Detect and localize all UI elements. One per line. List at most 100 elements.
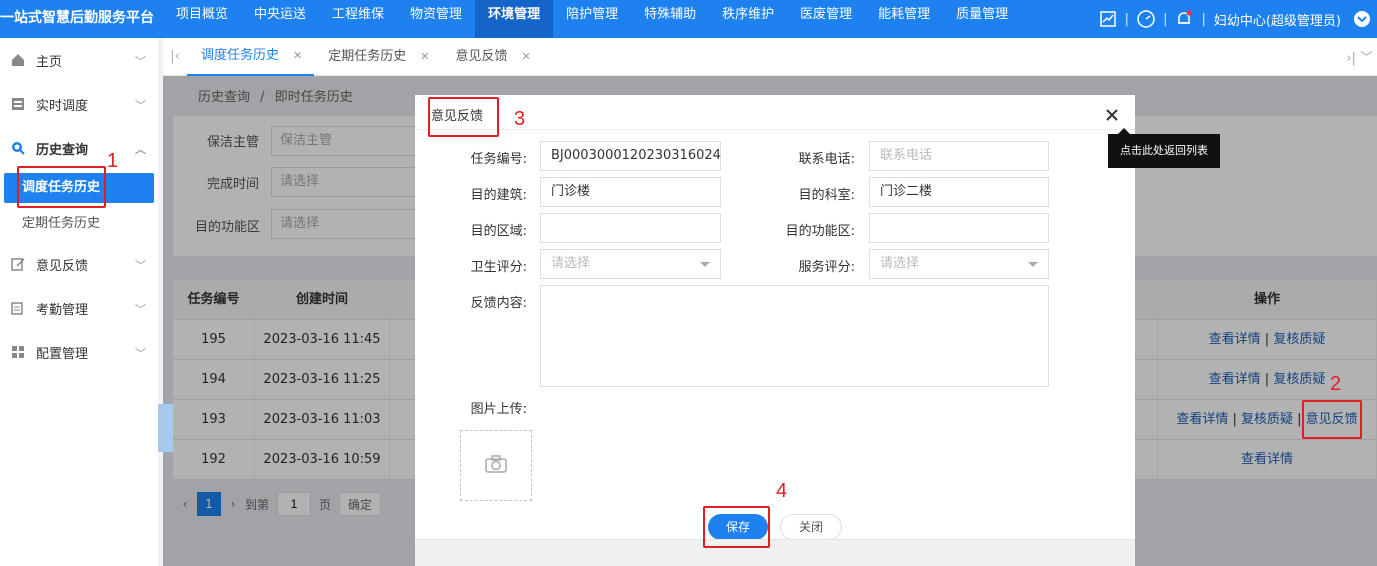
tab-scroll-left-icon[interactable]: |‹ <box>163 49 187 64</box>
dept-label: 目的科室: <box>798 188 855 203</box>
bell-icon[interactable] <box>1175 10 1193 28</box>
sidebar-item-realtime[interactable]: 实时调度 ﹀ <box>0 82 158 126</box>
sidebar-item-attendance[interactable]: 考勤管理 ﹀ <box>0 286 158 330</box>
chevron-down-icon <box>700 262 710 267</box>
nav-escort[interactable]: 陪护管理 <box>553 0 631 38</box>
close-icon[interactable]: ✕ <box>420 38 429 76</box>
building-field[interactable]: 门诊楼 <box>540 177 721 207</box>
tab-dispatch-history[interactable]: 调度任务历史 ✕ <box>187 37 315 76</box>
dashboard-icon[interactable] <box>1137 10 1155 28</box>
nav-special[interactable]: 特殊辅助 <box>631 0 709 38</box>
select-placeholder: 请选择 <box>551 256 591 271</box>
sidebar-item-label: 意见反馈 <box>36 258 89 274</box>
top-right-tools: | | | 妇幼中心(超级管理员) <box>1093 0 1377 38</box>
task-no-field[interactable]: BJ0003000120230316024 <box>540 141 721 171</box>
chevron-down-icon: ﹀ <box>135 99 146 112</box>
chevron-down-icon <box>1028 262 1038 267</box>
sidebar-item-label: 历史查询 <box>36 142 89 158</box>
top-bar: 一站式智慧后勤服务平台 项目概览 中央运送 工程维保 物资管理 环境管理 陪护管… <box>0 0 1377 38</box>
grid-icon <box>10 344 26 360</box>
service-label: 服务评分: <box>798 260 855 275</box>
tab-scroll-right-icon[interactable]: ›| ﹀ <box>1346 47 1373 66</box>
nav-quality[interactable]: 质量管理 <box>943 0 1021 38</box>
nav-overview[interactable]: 项目概览 <box>163 0 241 38</box>
edit-icon <box>10 256 26 272</box>
nav-environment[interactable]: 环境管理 <box>475 0 554 38</box>
sidebar-item-config[interactable]: 配置管理 ﹀ <box>0 330 158 374</box>
close-icon[interactable]: ✕ <box>293 37 302 75</box>
dispatch-icon <box>10 96 26 112</box>
camera-icon <box>485 454 507 477</box>
tab-bar: |‹ 调度任务历史 ✕ 定期任务历史 ✕ 意见反馈 ✕ ›| ﹀ <box>163 38 1377 76</box>
modal-footer <box>415 539 1135 566</box>
sidebar-item-home[interactable]: 主页 ﹀ <box>0 38 158 82</box>
highlight-box <box>703 506 770 548</box>
image-upload-box[interactable] <box>460 430 532 501</box>
tab-feedback[interactable]: 意见反馈 ✕ <box>441 38 542 76</box>
sidebar: 主页 ﹀ 实时调度 ﹀ 历史查询 ︿ 调度任务历史 定期任务历史 意见反馈 ﹀ … <box>0 38 158 566</box>
dept-field[interactable]: 门诊二楼 <box>869 177 1049 207</box>
sidebar-item-label: 实时调度 <box>36 98 89 114</box>
top-nav: 项目概览 中央运送 工程维保 物资管理 环境管理 陪护管理 特殊辅助 秩序维护 … <box>163 0 1021 38</box>
user-menu-icon[interactable] <box>1353 10 1371 28</box>
highlight-box <box>17 166 106 208</box>
annotation-2: 2 <box>1330 373 1342 395</box>
annotation-4: 4 <box>776 480 788 502</box>
close-icon[interactable] <box>1105 107 1121 123</box>
chevron-down-icon: ﹀ <box>135 347 146 360</box>
nav-order[interactable]: 秩序维护 <box>709 0 787 38</box>
feedback-content-textarea[interactable] <box>540 285 1049 387</box>
phone-field[interactable]: 联系电话 <box>869 141 1049 171</box>
region-field[interactable] <box>540 213 721 243</box>
content-label: 反馈内容: <box>470 296 527 311</box>
annotation-3: 3 <box>514 108 526 130</box>
select-placeholder: 请选择 <box>880 256 920 271</box>
nav-energy[interactable]: 能耗管理 <box>865 0 943 38</box>
image-upload-label: 图片上传: <box>470 402 527 417</box>
sidebar-item-feedback[interactable]: 意见反馈 ﹀ <box>0 242 158 286</box>
sidebar-item-label: 主页 <box>36 54 63 70</box>
tab-label: 意见反馈 <box>455 48 508 64</box>
tab-periodic-history[interactable]: 定期任务历史 ✕ <box>314 38 441 76</box>
hygiene-select[interactable]: 请选择 <box>540 249 721 279</box>
phone-label: 联系电话: <box>798 152 855 167</box>
building-label: 目的建筑: <box>470 188 527 203</box>
chart-icon[interactable] <box>1099 10 1117 28</box>
nav-medical-waste[interactable]: 医废管理 <box>787 0 865 38</box>
tab-label: 定期任务历史 <box>328 48 407 64</box>
back-to-list-tooltip: 点击此处返回列表 <box>1108 128 1220 168</box>
attendance-icon <box>10 300 26 316</box>
search-icon <box>10 140 26 156</box>
function-area-field[interactable] <box>869 213 1049 243</box>
chevron-down-icon: ﹀ <box>135 303 146 316</box>
hygiene-label: 卫生评分: <box>470 260 527 275</box>
function-area-label: 目的功能区: <box>785 224 855 239</box>
sidebar-subitem-periodic-history[interactable]: 定期任务历史 <box>0 206 158 242</box>
nav-transport[interactable]: 中央运送 <box>241 0 319 38</box>
highlight-box <box>1302 400 1362 439</box>
chevron-down-icon: ﹀ <box>135 259 146 272</box>
task-no-label: 任务编号: <box>470 152 527 167</box>
close-icon[interactable]: ✕ <box>521 38 530 76</box>
app-title: 一站式智慧后勤服务平台 <box>0 10 154 26</box>
nav-maintenance[interactable]: 工程维保 <box>319 0 397 38</box>
chevron-up-icon: ︿ <box>135 143 146 156</box>
nav-materials[interactable]: 物资管理 <box>397 0 475 38</box>
home-icon <box>10 52 26 68</box>
user-name[interactable]: 妇幼中心(超级管理员) <box>1214 10 1341 29</box>
divider: | <box>1124 11 1130 27</box>
close-button[interactable]: 关闭 <box>780 514 842 540</box>
annotation-1: 1 <box>107 150 119 172</box>
sidebar-item-label: 考勤管理 <box>36 302 89 318</box>
tab-label: 调度任务历史 <box>201 47 280 63</box>
highlight-box <box>428 97 499 137</box>
service-select[interactable]: 请选择 <box>869 249 1049 279</box>
region-label: 目的区域: <box>470 224 527 239</box>
chevron-down-icon: ﹀ <box>135 55 146 68</box>
feedback-modal: 意见反馈 任务编号: BJ0003000120230316024 联系电话: 联… <box>415 95 1135 566</box>
sidebar-item-label: 配置管理 <box>36 346 89 362</box>
sidebar-item-history[interactable]: 历史查询 ︿ <box>0 126 158 170</box>
divider: | <box>1201 11 1206 27</box>
divider: | <box>1163 11 1168 27</box>
sidebar-collapse-handle[interactable] <box>158 404 173 452</box>
